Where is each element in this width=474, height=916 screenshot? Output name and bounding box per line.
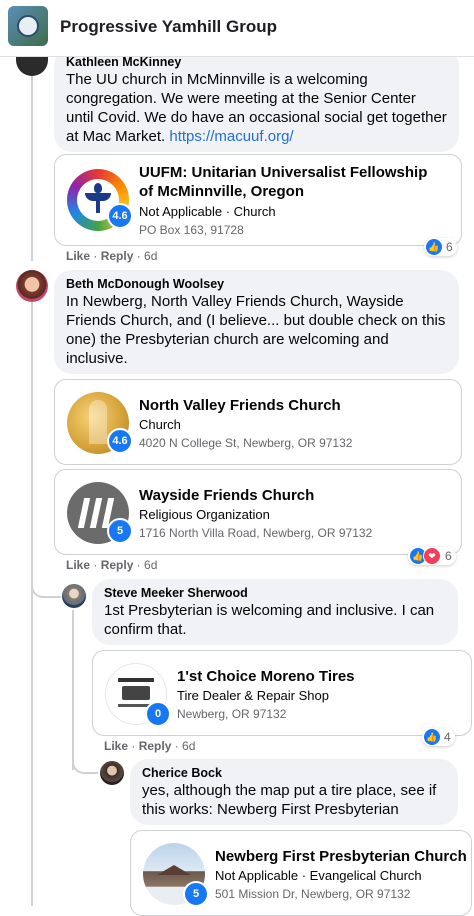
like-button[interactable]: Like bbox=[66, 249, 90, 263]
reaction-count: 4 bbox=[444, 730, 451, 744]
place-card[interactable]: 4.6 North Valley Friends Church Church 4… bbox=[54, 379, 462, 465]
group-avatar[interactable] bbox=[8, 6, 48, 46]
comment-actions: Like · Reply · 6d bbox=[104, 739, 196, 753]
place-category: Church bbox=[139, 417, 181, 432]
place-card[interactable]: 0 1'st Choice Moreno Tires Tire Dealer &… bbox=[92, 650, 472, 736]
like-reaction-icon: 👍 bbox=[426, 239, 442, 255]
avatar[interactable] bbox=[100, 761, 124, 785]
place-address: 4020 N College St, Newberg, OR 97132 bbox=[139, 436, 353, 450]
place-title[interactable]: North Valley Friends Church bbox=[139, 396, 341, 415]
like-button[interactable]: Like bbox=[104, 739, 128, 753]
rating-badge: 5 bbox=[107, 518, 133, 544]
reaction-summary[interactable]: 👍 6 bbox=[424, 238, 457, 256]
reply-connector bbox=[31, 580, 61, 598]
rating-badge: 5 bbox=[183, 881, 209, 907]
reply-button[interactable]: Reply bbox=[139, 739, 172, 753]
comment-time[interactable]: 6d bbox=[182, 739, 195, 753]
comment-bubble: Cherice Bock yes, although the map put a… bbox=[130, 759, 458, 825]
comment-text: yes, although the map put a tire place, … bbox=[142, 782, 437, 818]
like-reaction-icon: 👍 bbox=[424, 729, 440, 745]
thread-line bbox=[31, 56, 33, 261]
comment-actions: Like · Reply · 6d bbox=[66, 249, 158, 263]
place-address: 1716 North Villa Road, Newberg, OR 97132 bbox=[139, 526, 373, 540]
group-title[interactable]: Progressive Yamhill Group bbox=[60, 17, 277, 37]
thread-line bbox=[72, 610, 74, 770]
reply-connector bbox=[72, 756, 98, 774]
comment-author[interactable]: Cherice Bock bbox=[142, 765, 446, 781]
reaction-count: 6 bbox=[446, 240, 453, 254]
place-category: Religious Organization bbox=[139, 507, 270, 522]
love-reaction-icon: ❤ bbox=[423, 547, 441, 565]
place-category: Not Applicable · Church bbox=[139, 204, 276, 219]
comment-actions: Like · Reply · 6d bbox=[66, 558, 158, 572]
reaction-summary[interactable]: 👍 ❤ 6 bbox=[408, 547, 456, 565]
reply-button[interactable]: Reply bbox=[101, 558, 134, 572]
reaction-count: 6 bbox=[445, 549, 452, 563]
like-button[interactable]: Like bbox=[66, 558, 90, 572]
comment-time[interactable]: 6d bbox=[144, 558, 157, 572]
place-title[interactable]: 1'st Choice Moreno Tires bbox=[177, 667, 355, 686]
place-title[interactable]: Wayside Friends Church bbox=[139, 486, 314, 505]
place-title[interactable]: Newberg First Presbyterian Church bbox=[215, 847, 467, 866]
place-card[interactable]: 5 Wayside Friends Church Religious Organ… bbox=[54, 469, 462, 555]
thread-line bbox=[31, 302, 33, 906]
comment-bubble: Kathleen McKinney The UU church in McMin… bbox=[54, 48, 459, 152]
place-category: Tire Dealer & Repair Shop bbox=[177, 688, 329, 703]
reply-button[interactable]: Reply bbox=[101, 249, 134, 263]
group-logo-icon bbox=[17, 15, 39, 37]
avatar[interactable] bbox=[62, 584, 86, 608]
comment-author[interactable]: Steve Meeker Sherwood bbox=[104, 585, 446, 601]
comment-text: 1st Presbyterian is welcoming and inclus… bbox=[104, 602, 435, 638]
rating-badge: 0 bbox=[145, 701, 171, 727]
comment-bubble: Beth McDonough Woolsey In Newberg, North… bbox=[54, 270, 459, 374]
place-address: PO Box 163, 91728 bbox=[139, 223, 244, 237]
comment-text: In Newberg, North Valley Friends Church,… bbox=[66, 293, 446, 367]
place-card[interactable]: 4.6 UUFM: Unitarian Universalist Fellows… bbox=[54, 154, 462, 246]
avatar[interactable] bbox=[16, 270, 48, 302]
comment-author[interactable]: Beth McDonough Woolsey bbox=[66, 276, 447, 292]
place-address: 501 Mission Dr, Newberg, OR 97132 bbox=[215, 887, 411, 901]
reaction-summary[interactable]: 👍 4 bbox=[422, 728, 455, 746]
comment-text: The UU church in McMinnville is a welcom… bbox=[66, 70, 447, 146]
place-address: Newberg, OR 97132 bbox=[177, 707, 287, 721]
place-category: Not Applicable · Evangelical Church bbox=[215, 868, 422, 883]
rating-badge: 4.6 bbox=[107, 428, 133, 454]
comment-link[interactable]: https://macuuf.org/ bbox=[169, 128, 293, 145]
place-card[interactable]: 5 Newberg First Presbyterian Church Not … bbox=[130, 830, 472, 916]
place-title[interactable]: UUFM: Unitarian Universalist Fellowship … bbox=[139, 163, 439, 201]
rating-badge: 4.6 bbox=[107, 203, 133, 229]
comment-time[interactable]: 6d bbox=[144, 249, 157, 263]
comment-bubble: Steve Meeker Sherwood 1st Presbyterian i… bbox=[92, 579, 458, 645]
group-header: Progressive Yamhill Group bbox=[0, 0, 474, 57]
